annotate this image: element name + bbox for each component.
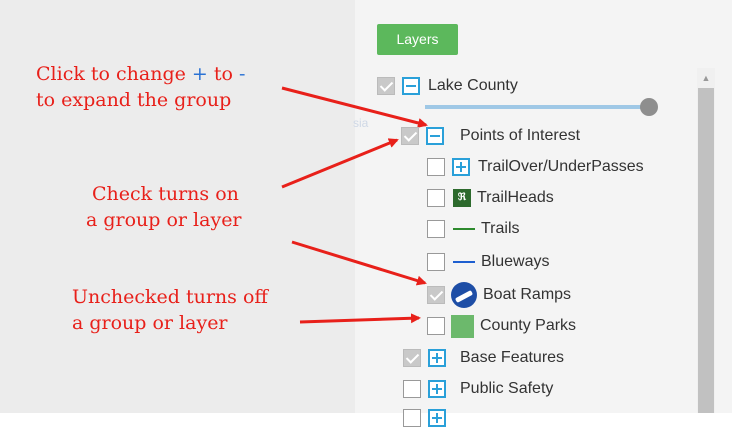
county-park-icon	[451, 314, 474, 338]
arrow-check-group	[281, 138, 399, 189]
layer-row-county-parks[interactable]: County Parks	[427, 314, 577, 338]
layer-label: Public Safety	[460, 380, 554, 397]
layer-label: Trails	[481, 220, 520, 237]
layer-label: TrailOver/UnderPasses	[478, 158, 644, 175]
layer-row-trailheads[interactable]: ℜ TrailHeads	[427, 187, 554, 209]
layer-checkbox[interactable]	[427, 220, 445, 238]
trailhead-icon: ℜ	[453, 189, 471, 207]
layer-checkbox[interactable]	[427, 286, 445, 304]
layer-label: County Parks	[480, 317, 577, 334]
layer-checkbox[interactable]	[403, 409, 421, 427]
opacity-slider-handle[interactable]	[640, 98, 658, 116]
layer-checkbox[interactable]	[401, 127, 419, 145]
opacity-slider-track[interactable]	[425, 105, 650, 109]
layer-row-trail-overpasses[interactable]: TrailOver/UnderPasses	[427, 156, 644, 178]
boat-ramp-icon	[451, 282, 477, 308]
layer-checkbox[interactable]	[377, 77, 395, 95]
layer-label: Lake County	[428, 77, 518, 94]
arrow-check-layer	[291, 240, 427, 286]
layers-button[interactable]: Layers	[377, 24, 458, 55]
layer-label: Blueways	[481, 253, 550, 270]
collapse-minus-icon[interactable]	[402, 77, 420, 95]
layer-row-lake-county[interactable]: Lake County	[377, 75, 518, 97]
layer-row-base-features[interactable]: Base Features	[403, 347, 564, 369]
green-line-icon	[453, 228, 475, 230]
layer-label: Points of Interest	[460, 127, 581, 144]
layer-row-trails[interactable]: Trails	[427, 218, 520, 240]
layer-checkbox[interactable]	[427, 158, 445, 176]
layer-label: Base Features	[460, 349, 565, 366]
expand-plus-icon[interactable]	[428, 380, 446, 398]
layers-scrollbar[interactable]: ▲	[697, 68, 715, 413]
expand-plus-icon[interactable]	[428, 409, 446, 427]
arrow-uncheck	[299, 313, 421, 324]
annotation-arrows	[281, 86, 428, 324]
blue-line-icon	[453, 261, 475, 263]
collapse-minus-icon[interactable]	[426, 127, 444, 145]
layer-label: Boat Ramps	[483, 286, 572, 303]
layer-row-public-safety[interactable]: Public Safety	[403, 378, 553, 400]
expand-plus-icon[interactable]	[428, 349, 446, 367]
layer-checkbox[interactable]	[427, 253, 445, 271]
layer-checkbox[interactable]	[427, 189, 445, 207]
layer-checkbox[interactable]	[403, 380, 421, 398]
layer-checkbox[interactable]	[403, 349, 421, 367]
expand-plus-icon[interactable]	[452, 158, 470, 176]
scroll-up-icon[interactable]: ▲	[697, 72, 715, 84]
layer-label: TrailHeads	[477, 189, 554, 206]
layer-row-boat-ramps[interactable]: Boat Ramps	[427, 282, 572, 308]
layer-row-partial[interactable]	[403, 407, 446, 429]
scroll-thumb[interactable]	[698, 88, 714, 413]
layer-row-points-of-interest[interactable]: Points of Interest	[401, 125, 580, 147]
layer-row-blueways[interactable]: Blueways	[427, 251, 549, 273]
layer-checkbox[interactable]	[427, 317, 445, 335]
